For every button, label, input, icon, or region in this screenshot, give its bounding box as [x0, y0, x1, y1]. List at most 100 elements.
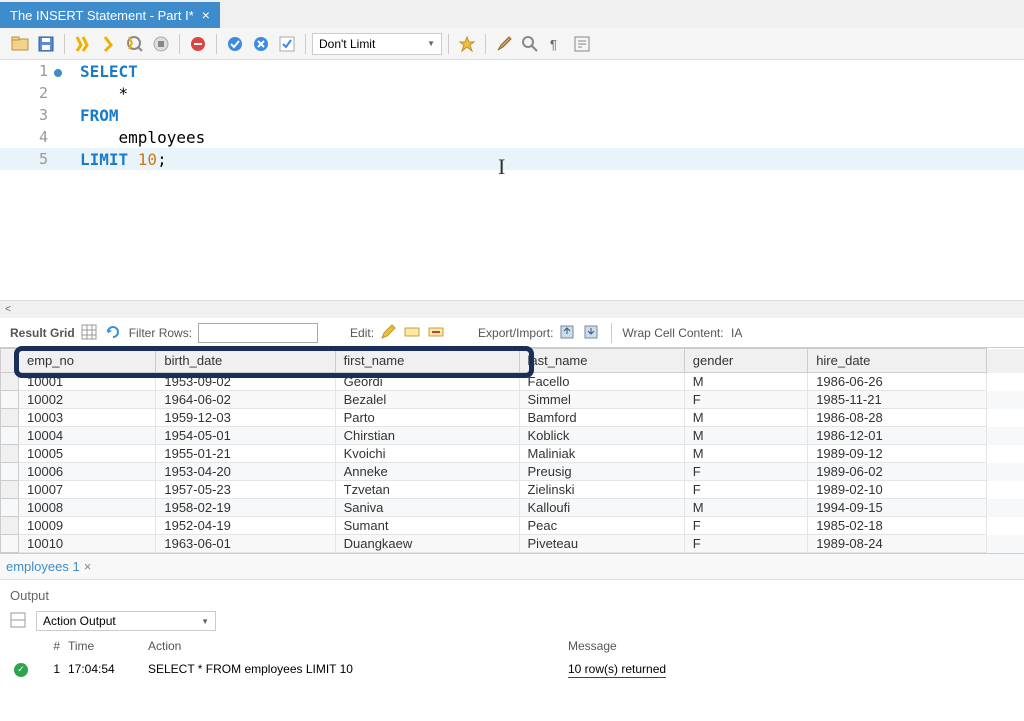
cell[interactable]: Maliniak: [519, 445, 684, 463]
table-row[interactable]: 100071957-05-23TzvetanZielinskiF1989-02-…: [1, 481, 1024, 499]
table-row[interactable]: 100101963-06-01DuangkaewPiveteauF1989-08…: [1, 535, 1024, 553]
stop-on-error-button[interactable]: [186, 32, 210, 56]
filter-rows-input[interactable]: [198, 323, 318, 343]
cell[interactable]: Chirstian: [335, 427, 519, 445]
row-selector[interactable]: [1, 517, 19, 535]
cell[interactable]: Preusig: [519, 463, 684, 481]
cell[interactable]: 1953-04-20: [156, 463, 335, 481]
output-panel-icon[interactable]: [10, 612, 28, 630]
close-icon[interactable]: ×: [84, 559, 92, 574]
cell[interactable]: 1989-09-12: [808, 445, 987, 463]
cell[interactable]: 10006: [19, 463, 156, 481]
col-first-name[interactable]: first_name: [335, 349, 519, 373]
grid-icon[interactable]: [81, 324, 99, 342]
cell[interactable]: Kvoichi: [335, 445, 519, 463]
cell[interactable]: M: [684, 409, 807, 427]
cell[interactable]: 10003: [19, 409, 156, 427]
cell[interactable]: Tzvetan: [335, 481, 519, 499]
cell[interactable]: M: [684, 427, 807, 445]
cell[interactable]: 1986-12-01: [808, 427, 987, 445]
cell[interactable]: 10005: [19, 445, 156, 463]
cell[interactable]: Geordi: [335, 373, 519, 391]
cell[interactable]: 10010: [19, 535, 156, 553]
sql-editor[interactable]: 1SELECT 2 * 3FROM 4 employees 5LIMIT 10;: [0, 60, 1024, 300]
cell[interactable]: Simmel: [519, 391, 684, 409]
row-selector[interactable]: [1, 445, 19, 463]
col-birth-date[interactable]: birth_date: [156, 349, 335, 373]
commit-button[interactable]: [223, 32, 247, 56]
table-row[interactable]: 100031959-12-03PartoBamfordM1986-08-28: [1, 409, 1024, 427]
close-icon[interactable]: ×: [202, 7, 210, 23]
col-hire-date[interactable]: hire_date: [808, 349, 987, 373]
cell[interactable]: F: [684, 481, 807, 499]
cell[interactable]: 10001: [19, 373, 156, 391]
cell[interactable]: F: [684, 391, 807, 409]
edit-icon[interactable]: [380, 324, 398, 342]
row-selector[interactable]: [1, 463, 19, 481]
cell[interactable]: M: [684, 499, 807, 517]
row-selector-header[interactable]: [1, 349, 19, 373]
cell[interactable]: Kalloufi: [519, 499, 684, 517]
cell[interactable]: 1957-05-23: [156, 481, 335, 499]
cell[interactable]: Peac: [519, 517, 684, 535]
row-selector[interactable]: [1, 535, 19, 553]
col-last-name[interactable]: last_name: [519, 349, 684, 373]
wrap-button[interactable]: [570, 32, 594, 56]
cell[interactable]: Facello: [519, 373, 684, 391]
cell[interactable]: F: [684, 517, 807, 535]
stop-button[interactable]: [149, 32, 173, 56]
cell[interactable]: 10002: [19, 391, 156, 409]
autocommit-button[interactable]: [275, 32, 299, 56]
cell[interactable]: 10009: [19, 517, 156, 535]
table-row[interactable]: 100051955-01-21KvoichiMaliniakM1989-09-1…: [1, 445, 1024, 463]
add-row-icon[interactable]: [404, 324, 422, 342]
cell[interactable]: 1958-02-19: [156, 499, 335, 517]
cell[interactable]: Duangkaew: [335, 535, 519, 553]
cell[interactable]: 1964-06-02: [156, 391, 335, 409]
cell[interactable]: 1963-06-01: [156, 535, 335, 553]
col-gender[interactable]: gender: [684, 349, 807, 373]
cell[interactable]: Zielinski: [519, 481, 684, 499]
col-emp-no[interactable]: emp_no: [19, 349, 156, 373]
cell[interactable]: 1959-12-03: [156, 409, 335, 427]
row-selector[interactable]: [1, 391, 19, 409]
brush-button[interactable]: [492, 32, 516, 56]
cell[interactable]: M: [684, 445, 807, 463]
cell[interactable]: 1985-11-21: [808, 391, 987, 409]
cell[interactable]: 1985-02-18: [808, 517, 987, 535]
table-row[interactable]: 100061953-04-20AnnekePreusigF1989-06-02: [1, 463, 1024, 481]
cell[interactable]: M: [684, 373, 807, 391]
execute-current-button[interactable]: [97, 32, 121, 56]
output-row[interactable]: ✓ 1 17:04:54 SELECT * FROM employees LIM…: [0, 657, 1024, 681]
explain-button[interactable]: [123, 32, 147, 56]
table-row[interactable]: 100091952-04-19SumantPeacF1985-02-18: [1, 517, 1024, 535]
result-tab[interactable]: employees 1: [6, 559, 80, 574]
row-selector[interactable]: [1, 373, 19, 391]
cell[interactable]: 10008: [19, 499, 156, 517]
cell[interactable]: 1954-05-01: [156, 427, 335, 445]
cell[interactable]: F: [684, 535, 807, 553]
import-icon[interactable]: [583, 324, 601, 342]
cell[interactable]: 10007: [19, 481, 156, 499]
cell[interactable]: 1986-08-28: [808, 409, 987, 427]
delete-row-icon[interactable]: [428, 324, 446, 342]
cell[interactable]: Piveteau: [519, 535, 684, 553]
limit-rows-dropdown[interactable]: Don't Limit ▼: [312, 33, 442, 55]
toggle-invisible-button[interactable]: ¶: [544, 32, 568, 56]
refresh-icon[interactable]: [105, 324, 123, 342]
cell[interactable]: 1989-06-02: [808, 463, 987, 481]
cell[interactable]: 1953-09-02: [156, 373, 335, 391]
cell[interactable]: Koblick: [519, 427, 684, 445]
row-selector[interactable]: [1, 409, 19, 427]
cell[interactable]: 1952-04-19: [156, 517, 335, 535]
result-grid[interactable]: emp_no birth_date first_name last_name g…: [0, 348, 1024, 553]
cell[interactable]: 1989-08-24: [808, 535, 987, 553]
table-row[interactable]: 100041954-05-01ChirstianKoblickM1986-12-…: [1, 427, 1024, 445]
cell[interactable]: 1955-01-21: [156, 445, 335, 463]
cell[interactable]: Parto: [335, 409, 519, 427]
save-button[interactable]: [34, 32, 58, 56]
cell[interactable]: 1989-02-10: [808, 481, 987, 499]
cell[interactable]: Bezalel: [335, 391, 519, 409]
cell[interactable]: Saniva: [335, 499, 519, 517]
cell[interactable]: 10004: [19, 427, 156, 445]
